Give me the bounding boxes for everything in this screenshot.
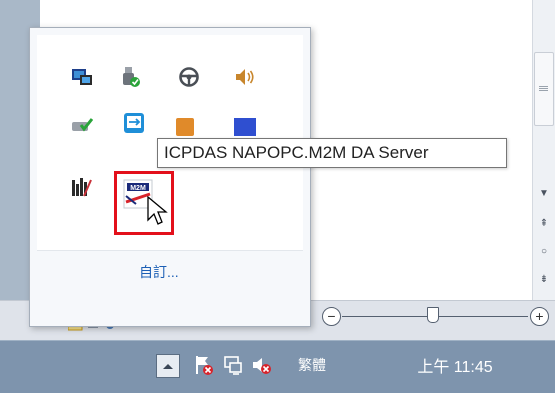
scrollbar-thumb[interactable] [534, 52, 554, 126]
zoom-in-button[interactable]: + [530, 307, 549, 326]
action-center-flag-icon[interactable] [193, 353, 215, 377]
network-monitor-icon[interactable] [71, 66, 93, 88]
speaker-icon[interactable] [234, 66, 256, 88]
network-icon[interactable] [222, 353, 244, 377]
blue-app-icon[interactable] [234, 118, 256, 136]
usb-safe-remove-icon[interactable] [119, 66, 141, 88]
checkmark-drive-icon[interactable] [71, 114, 93, 136]
previous-page-icon[interactable]: ⇞ [534, 218, 554, 229]
next-page-icon[interactable]: ⇟ [534, 274, 554, 285]
scroll-down-arrow-icon[interactable]: ▼ [534, 188, 554, 199]
orange-app-icon[interactable] [176, 118, 194, 136]
volume-muted-icon[interactable] [250, 353, 272, 377]
system-clock[interactable]: 上午 11:45 [395, 353, 515, 377]
mouse-cursor-icon [146, 196, 170, 228]
zoom-slider-thumb[interactable] [427, 307, 439, 323]
zoom-out-button[interactable]: − [322, 307, 341, 326]
steering-wheel-icon[interactable] [178, 66, 200, 88]
remote-access-icon[interactable] [123, 112, 145, 134]
customize-link[interactable]: 自訂... [139, 262, 179, 282]
show-hidden-icons-button[interactable] [156, 354, 180, 378]
browse-object-icon[interactable]: ○ [534, 246, 554, 257]
bar-chart-app-icon[interactable] [71, 176, 93, 198]
input-language-indicator[interactable]: 繁體 [292, 353, 332, 377]
icon-tooltip: ICPDAS NAPOPC.M2M DA Server [157, 138, 507, 168]
scrollbar-grip [539, 86, 548, 87]
popup-divider [37, 250, 303, 251]
